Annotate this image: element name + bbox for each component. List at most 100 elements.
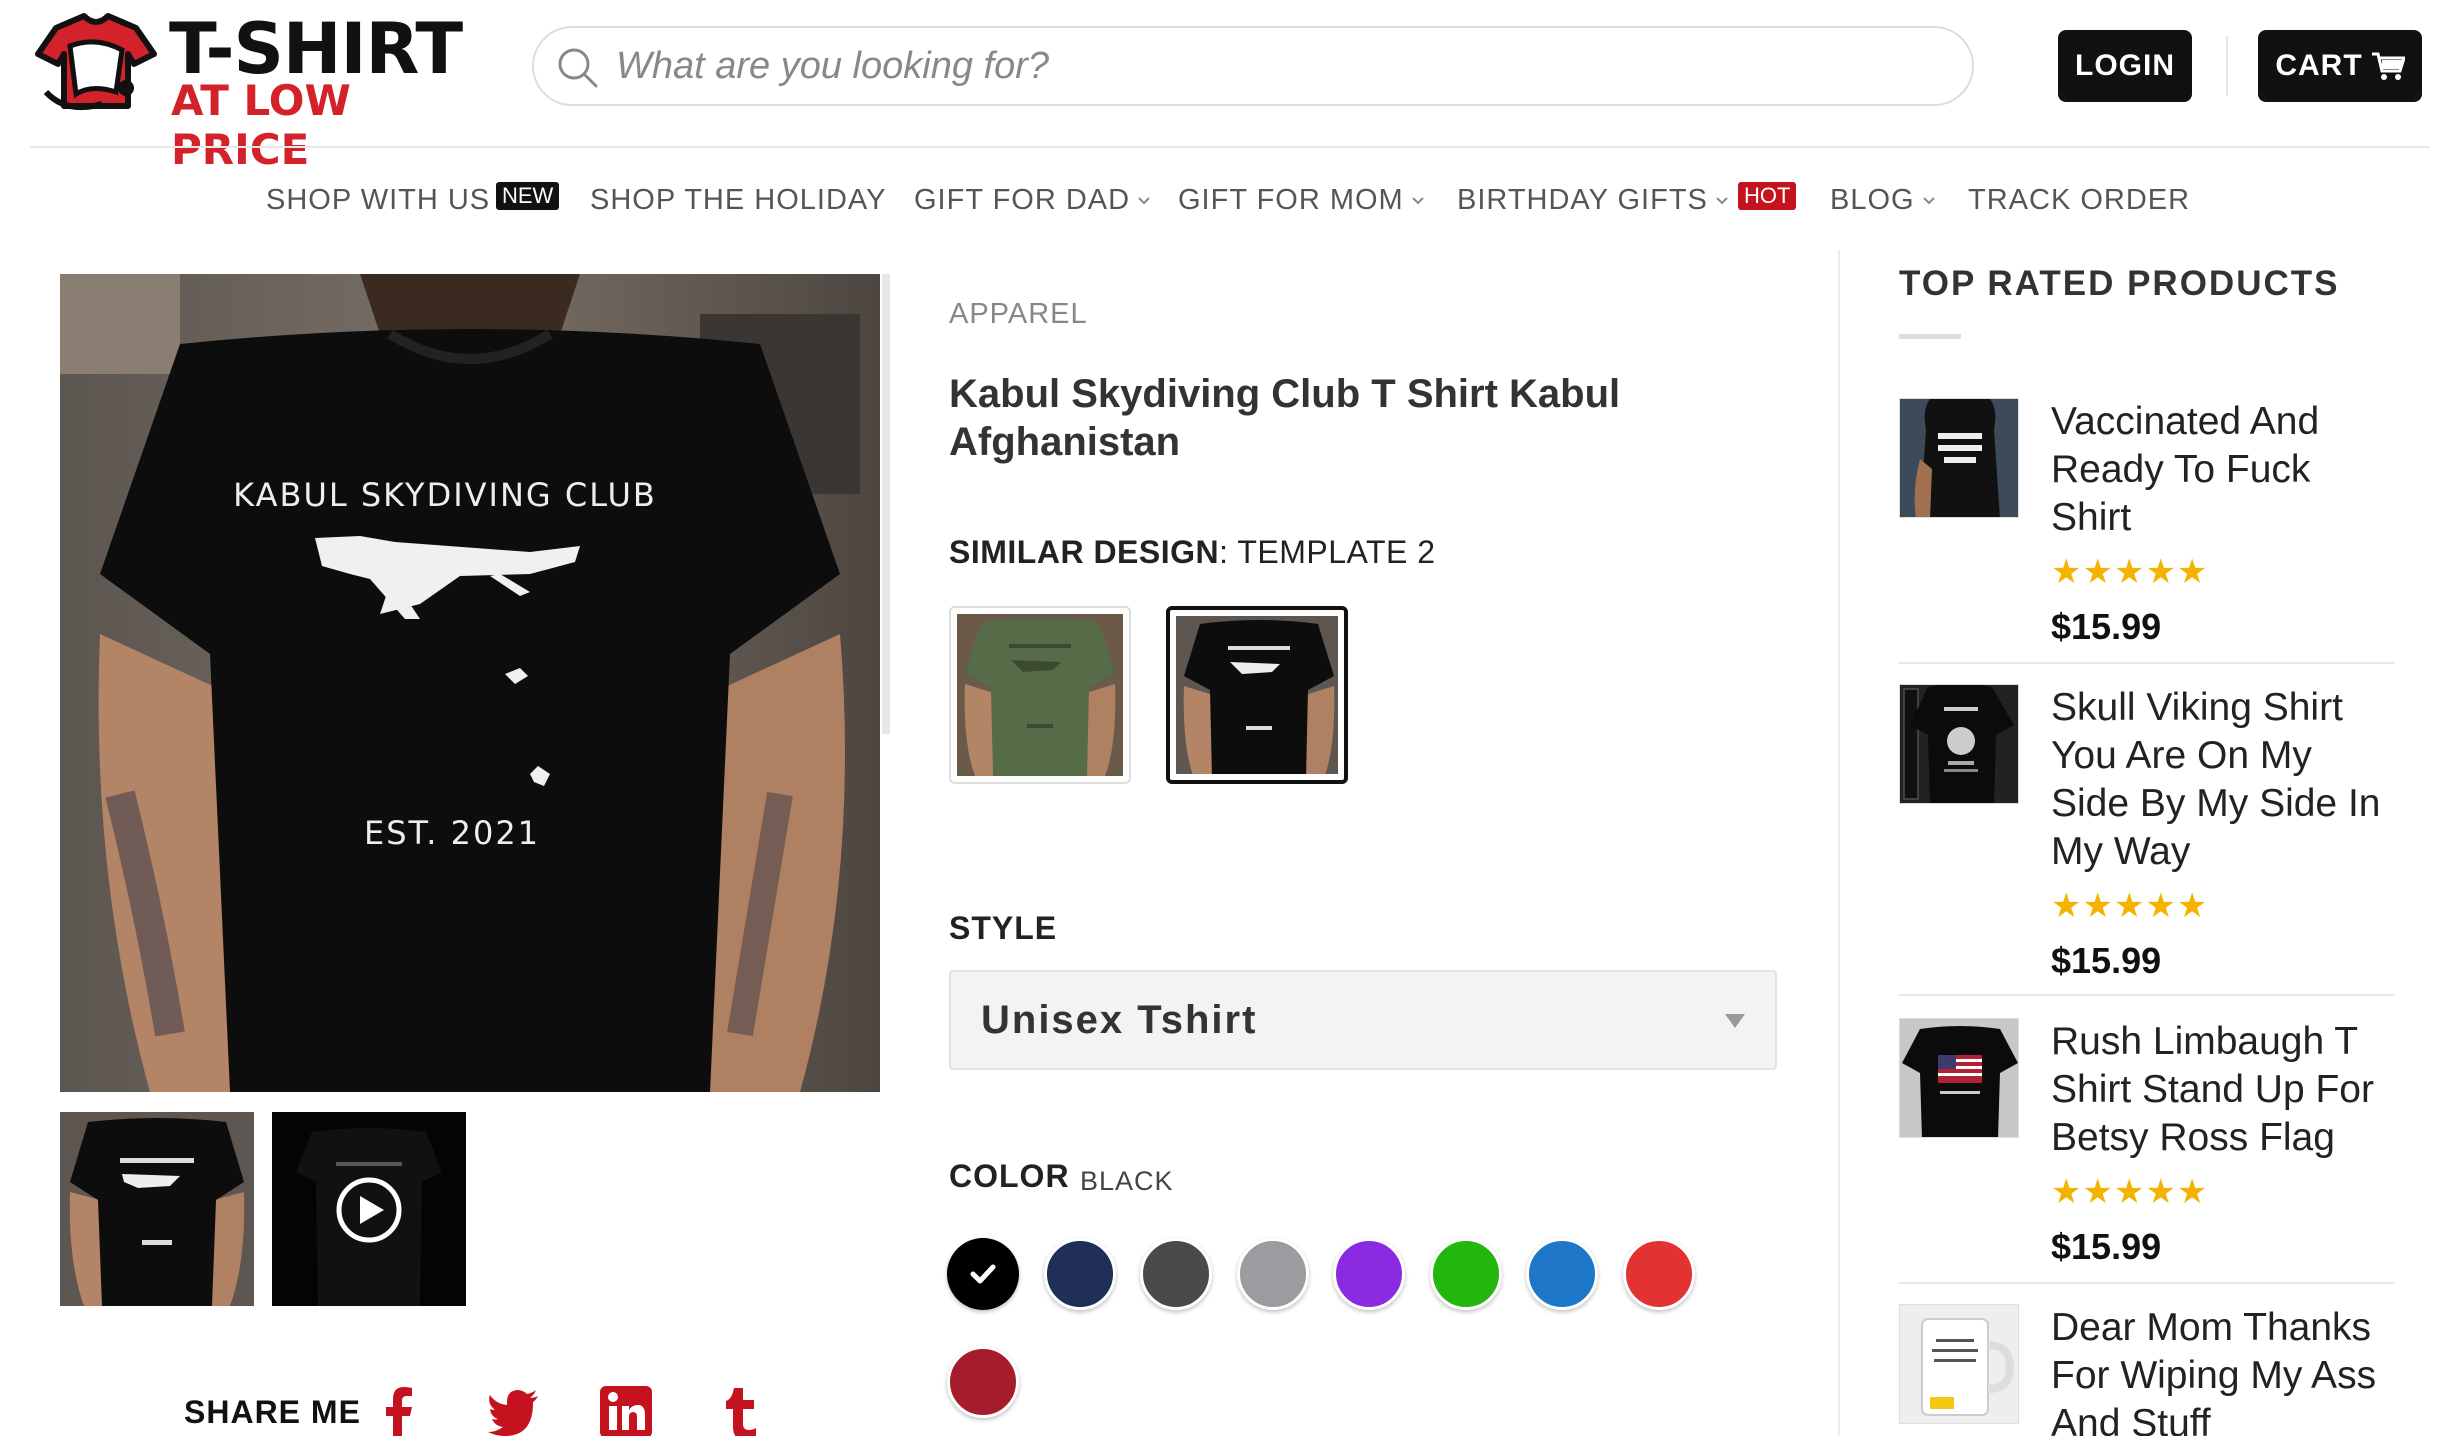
product-name[interactable]: Skull Viking Shirt You Are On My Side By… — [2051, 684, 2395, 876]
nav-item-label: TRACK ORDER — [1968, 184, 2191, 216]
chevron-down-icon — [1412, 196, 1424, 204]
color-swatch[interactable] — [1622, 1238, 1695, 1310]
product-name[interactable]: Dear Mom Thanks For Wiping My Ass And St… — [2051, 1304, 2395, 1436]
shirt-print-bottom: EST. 2021 — [364, 814, 540, 852]
product-price: $15.99 — [2051, 1226, 2162, 1267]
shopping-cart-icon — [2371, 52, 2405, 80]
product-thumbnail[interactable] — [1899, 1304, 2019, 1424]
viking-shirt-image — [1900, 685, 2018, 803]
color-swatch[interactable] — [947, 1346, 1019, 1418]
new-badge: NEW — [496, 182, 560, 210]
item-divider — [1899, 994, 2395, 996]
selected-color-value: BLACK — [1080, 1166, 1174, 1196]
similar-design-key: SIMILAR DESIGN — [949, 534, 1220, 570]
product-category[interactable]: APPAREL — [949, 298, 1088, 331]
search-bar[interactable] — [532, 26, 1974, 106]
nav-item-label: SHOP THE HOLIDAY — [590, 184, 887, 216]
style-select-value: Unisex Tshirt — [981, 998, 1258, 1042]
nav-item-track-order[interactable]: TRACK ORDER — [1968, 184, 2190, 217]
main-navigation: SHOP WITH US NEW SHOP THE HOLIDAY GIFT F… — [0, 170, 2450, 230]
color-swatch[interactable] — [1140, 1238, 1212, 1310]
item-divider — [1899, 1282, 2395, 1284]
product-name[interactable]: Rush Limbaugh T Shirt Stand Up For Betsy… — [2051, 1018, 2395, 1162]
style-label: STYLE — [949, 910, 1058, 946]
nav-item-label: GIFT FOR DAD — [914, 184, 1131, 216]
logo-text-bottom: AT LOW PRICE — [171, 76, 351, 174]
header-divider-line — [30, 146, 2430, 148]
site-logo[interactable]: T-SHIRT AT LOW PRICE — [26, 6, 476, 174]
chevron-down-icon — [1922, 196, 1935, 204]
color-swatch-selected[interactable] — [947, 1238, 1019, 1310]
chevron-down-icon — [1138, 196, 1150, 204]
main-product-image[interactable]: KABUL SKYDIVING CLUB EST. 2021 — [60, 274, 880, 1092]
mug-image — [1900, 1305, 2018, 1423]
shirt-print-top: KABUL SKYDIVING CLUB — [233, 476, 657, 514]
similar-design-value: : TEMPLATE 2 — [1219, 534, 1436, 570]
top-rated-item[interactable]: Skull Viking Shirt You Are On My Side By… — [1899, 684, 2395, 996]
twitter-icon[interactable] — [486, 1384, 542, 1436]
color-swatch[interactable] — [1333, 1238, 1405, 1310]
nav-item-gift-for-dad[interactable]: GIFT FOR DAD — [914, 184, 1152, 217]
product-thumbnail[interactable] — [1899, 684, 2019, 804]
login-button[interactable]: LOGIN — [2058, 30, 2192, 102]
gallery-video-thumbnail[interactable] — [272, 1112, 466, 1306]
nav-item-label: BLOG — [1830, 184, 1915, 216]
similar-design-option-1[interactable] — [949, 606, 1131, 784]
top-rated-item[interactable]: Dear Mom Thanks For Wiping My Ass And St… — [1899, 1304, 2395, 1436]
login-button-label: LOGIN — [2075, 49, 2175, 82]
nav-item-shop-with-us[interactable]: SHOP WITH US — [266, 184, 490, 217]
header-divider — [2226, 36, 2228, 96]
similar-design-option-2-selected[interactable] — [1166, 606, 1348, 784]
nav-item-birthday-gifts[interactable]: BIRTHDAY GIFTS — [1457, 184, 1730, 217]
nav-item-shop-the-holiday[interactable]: SHOP THE HOLIDAY — [590, 184, 886, 217]
similar-design-label: SIMILAR DESIGN: TEMPLATE 2 — [949, 534, 1436, 571]
linkedin-icon[interactable] — [598, 1384, 654, 1436]
top-rated-heading: TOP RATED PRODUCTS — [1899, 264, 2340, 303]
nav-item-label: SHOP WITH US — [266, 184, 491, 216]
star-rating: ★★★★★ — [2051, 1173, 2209, 1211]
product-title: Kabul Skydiving Club T Shirt Kabul Afgha… — [949, 372, 1621, 464]
product-price: $15.99 — [2051, 940, 2162, 981]
flag-shirt-image — [1900, 1019, 2018, 1137]
sidebar-divider — [1838, 250, 1840, 1436]
search-input[interactable] — [616, 38, 1936, 94]
color-swatch[interactable] — [1236, 1238, 1309, 1310]
tshirt-logo-icon — [35, 13, 157, 110]
nav-item-label: BIRTHDAY GIFTS — [1457, 184, 1708, 216]
vaccinated-shirt-image — [1900, 399, 2018, 517]
tumblr-icon[interactable] — [712, 1384, 768, 1436]
nav-item-blog[interactable]: BLOG — [1830, 184, 1937, 217]
search-icon[interactable] — [556, 46, 600, 90]
black-tshirt-image — [1176, 616, 1338, 774]
share-label: SHARE ME — [184, 1394, 361, 1430]
top-rated-item[interactable]: Rush Limbaugh T Shirt Stand Up For Betsy… — [1899, 1018, 2395, 1284]
chevron-down-icon — [1716, 196, 1728, 204]
color-label: COLOR — [949, 1158, 1070, 1194]
color-swatch[interactable] — [1429, 1238, 1502, 1310]
cart-button-label: CART — [2275, 49, 2363, 82]
product-name[interactable]: Vaccinated And Ready To Fuck Shirt — [2051, 398, 2395, 542]
dropdown-arrow-icon — [1725, 1014, 1745, 1028]
star-rating: ★★★★★ — [2051, 887, 2209, 925]
heading-underline — [1899, 334, 1961, 339]
color-swatch[interactable] — [1526, 1238, 1598, 1310]
color-swatch[interactable] — [1043, 1238, 1116, 1310]
video-thumbnail-image — [272, 1112, 466, 1306]
product-thumbnail[interactable] — [1899, 398, 2019, 518]
checkmark-icon — [970, 1264, 996, 1284]
gallery-thumbnail-1[interactable] — [60, 1112, 254, 1306]
site-header: T-SHIRT AT LOW PRICE LOGIN CART — [0, 0, 2450, 174]
facebook-icon[interactable] — [372, 1384, 428, 1436]
tshirt-photo: KABUL SKYDIVING CLUB EST. 2021 — [60, 274, 880, 1092]
nav-item-gift-for-mom[interactable]: GIFT FOR MOM — [1178, 184, 1426, 217]
tshirt-thumbnail-image — [60, 1112, 254, 1306]
cart-button[interactable]: CART — [2258, 30, 2422, 102]
gallery-scrollbar[interactable] — [882, 274, 890, 734]
hot-badge: HOT — [1738, 182, 1797, 210]
style-select[interactable]: Unisex Tshirt — [949, 970, 1777, 1070]
top-rated-item[interactable]: Vaccinated And Ready To Fuck Shirt ★★★★★… — [1899, 398, 2395, 668]
product-price: $15.99 — [2051, 606, 2162, 647]
item-divider — [1899, 662, 2395, 664]
nav-item-label: GIFT FOR MOM — [1178, 184, 1404, 216]
product-thumbnail[interactable] — [1899, 1018, 2019, 1138]
